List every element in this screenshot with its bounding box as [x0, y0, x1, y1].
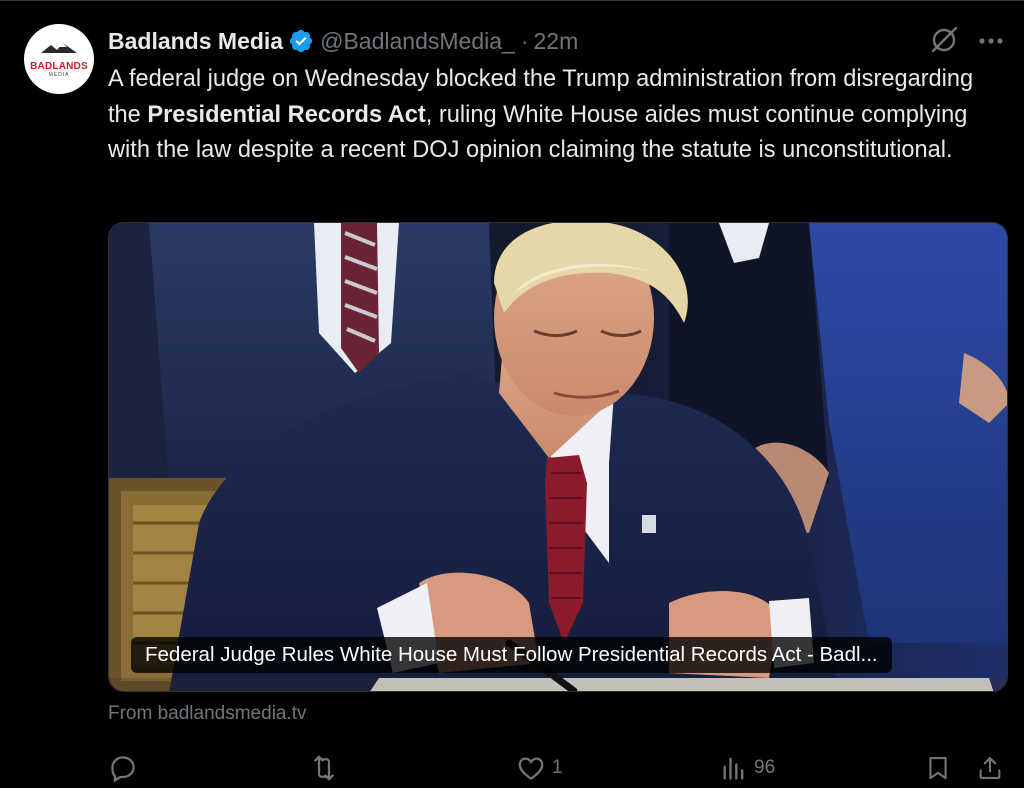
card-title[interactable]: Federal Judge Rules White House Must Fol… [131, 637, 892, 673]
heart-icon [518, 757, 544, 780]
repost-button[interactable] [308, 752, 346, 784]
avatar[interactable]: BADLANDS MEDIA [24, 24, 94, 94]
display-name[interactable]: Badlands Media [108, 28, 283, 55]
views-count: 96 [754, 757, 776, 778]
analytics-icon [723, 757, 744, 780]
mountain-logo-icon [41, 43, 77, 53]
like-button[interactable]: 1 [516, 752, 563, 784]
avatar-brand-subtext: MEDIA [48, 72, 70, 78]
share-icon [979, 757, 1001, 779]
timestamp[interactable]: 22m [533, 28, 578, 55]
post-text: A federal judge on Wednesday blocked the… [108, 62, 1008, 169]
more-options-icon[interactable] [976, 26, 1006, 56]
bookmark-icon [929, 757, 947, 780]
verified-badge-icon[interactable] [288, 28, 314, 54]
handle[interactable]: @BadlandsMedia_ [320, 28, 515, 55]
views-button[interactable]: 96 [720, 752, 775, 784]
like-count: 1 [552, 757, 563, 778]
link-card[interactable]: Federal Judge Rules White House Must Fol… [108, 222, 1008, 692]
post-text-bold: Presidential Records Act [147, 101, 426, 128]
grok-icon[interactable] [928, 24, 960, 56]
share-button[interactable] [976, 752, 1004, 784]
post-header: Badlands Media @BadlandsMedia_ · 22m [108, 26, 578, 56]
repost-icon [313, 755, 335, 781]
bookmark-button[interactable] [924, 752, 952, 784]
reply-icon [111, 756, 135, 783]
top-divider [0, 0, 1024, 1]
avatar-brand-text: BADLANDS [30, 61, 88, 72]
separator-dot: · [520, 27, 529, 54]
card-photo [109, 223, 1007, 691]
card-source[interactable]: From badlandsmedia.tv [108, 703, 307, 725]
reply-button[interactable] [108, 752, 144, 784]
action-bar: 1 96 [108, 752, 1008, 784]
